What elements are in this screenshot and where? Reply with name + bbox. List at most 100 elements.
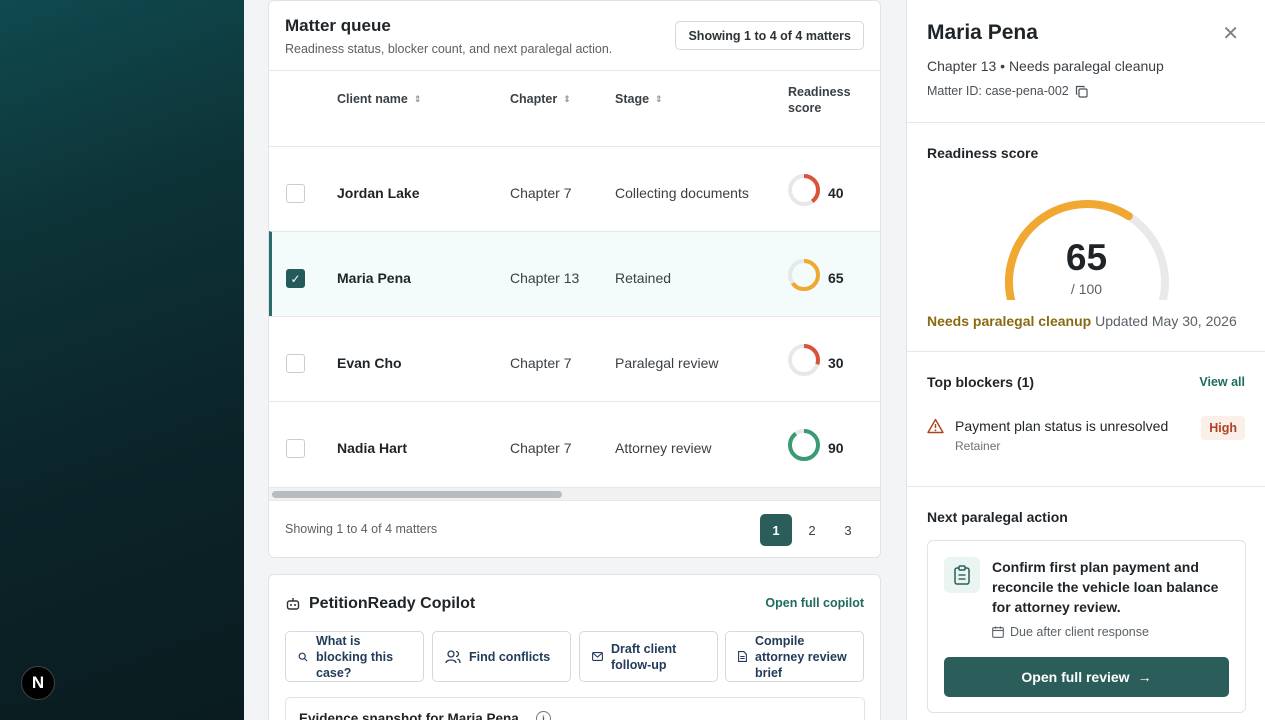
blocker-category: Retainer — [955, 439, 1001, 453]
client-name-heading: Maria Pena — [927, 21, 1038, 44]
pagination-summary: Showing 1 to 4 of 4 matters — [285, 522, 438, 536]
client-name-cell[interactable]: Jordan Lake — [337, 185, 419, 201]
table-row[interactable]: Jordan Lake Chapter 7 Collecting documents… — [269, 146, 880, 231]
chip-what-is-blocking[interactable]: What is blocking this case? — [285, 631, 424, 682]
stage-cell: Attorney review — [615, 440, 712, 456]
divider — [907, 351, 1265, 352]
table-row[interactable]: Nadia Hart Chapter 7 Attorney review 90 — [269, 401, 880, 486]
page-1-button[interactable]: 1 — [760, 514, 792, 546]
calendar-icon — [992, 626, 1004, 638]
document-icon — [738, 651, 747, 662]
mail-icon — [592, 652, 603, 661]
sort-icon: ⇕ — [655, 93, 663, 104]
users-icon — [445, 649, 461, 663]
column-label: Readiness score — [788, 85, 851, 115]
copy-icon[interactable] — [1075, 85, 1088, 98]
copilot-card: PetitionReady Copilot Open full copilot … — [268, 574, 881, 720]
clipboard-icon — [944, 557, 980, 593]
copilot-title: PetitionReady Copilot — [309, 595, 476, 612]
matter-id: Matter ID: case-pena-002 — [927, 84, 1069, 98]
arrow-right-icon: → — [1137, 669, 1152, 685]
due-line: Due after client response — [992, 625, 1149, 639]
chip-label: Compile attorney review brief — [755, 633, 847, 680]
stage-cell: Retained — [615, 270, 672, 286]
matter-id-row: Matter ID: case-pena-002 — [927, 84, 1088, 98]
robot-icon — [286, 598, 300, 610]
queue-header: Matter queue Readiness status, blocker c… — [269, 1, 880, 71]
next-action-text: Confirm first plan payment and reconcile… — [992, 559, 1219, 615]
queue-subtitle: Readiness status, blocker count, and nex… — [285, 42, 613, 56]
client-name-cell[interactable]: Maria Pena — [337, 270, 411, 286]
evidence-title: Evidence snapshot for Maria Pena — [299, 711, 519, 720]
open-full-review-button[interactable]: Open full review → — [944, 657, 1229, 697]
status-label: Needs paralegal cleanup — [927, 313, 1092, 329]
chapter-cell: Chapter 7 — [510, 185, 572, 201]
due-text: Due after client response — [1010, 625, 1149, 639]
check-icon: ✓ — [290, 271, 301, 286]
chapter-cell: Chapter 7 — [510, 440, 572, 456]
matter-queue-card: Matter queue Readiness status, blocker c… — [268, 0, 881, 558]
scrollbar-thumb[interactable] — [272, 491, 562, 498]
chapter-cell: Chapter 7 — [510, 355, 572, 371]
readiness-ring — [788, 259, 820, 291]
chapter-cell: Chapter 13 — [510, 270, 580, 286]
sort-icon: ⇕ — [413, 93, 422, 104]
chip-find-conflicts[interactable]: Find conflicts — [432, 631, 571, 682]
main-content: Matter queue Readiness status, blocker c… — [244, 0, 906, 720]
column-chapter[interactable]: Chapter ⇕ — [510, 92, 571, 106]
queue-title: Matter queue — [285, 16, 391, 35]
readiness-ring — [788, 344, 820, 376]
row-checkbox[interactable]: ✓ — [286, 269, 305, 288]
row-checkbox[interactable] — [286, 354, 305, 373]
readiness-ring — [788, 429, 820, 461]
readiness-score-denominator: / 100 — [1070, 281, 1103, 297]
chip-compile-brief[interactable]: Compile attorney review brief — [725, 631, 864, 682]
info-icon[interactable]: i — [536, 711, 551, 720]
dev-badge-button[interactable]: N — [21, 666, 55, 700]
open-full-copilot-link[interactable]: Open full copilot — [765, 596, 864, 610]
warning-icon — [927, 418, 944, 434]
button-label: Open full review — [1021, 669, 1130, 685]
chip-label: Find conflicts — [469, 649, 551, 664]
column-client-name[interactable]: Client name ⇕ — [337, 92, 421, 106]
column-label: Stage — [615, 92, 650, 106]
score-cell: 65 — [828, 270, 844, 286]
chip-label: Draft client follow-up — [611, 641, 677, 672]
showing-count-pill: Showing 1 to 4 of 4 matters — [675, 21, 864, 50]
matter-detail-panel: Maria Pena ✕ Chapter 13 • Needs paralega… — [906, 0, 1265, 720]
horizontal-scrollbar[interactable] — [269, 487, 880, 501]
row-checkbox[interactable] — [286, 439, 305, 458]
blockers-title: Top blockers (1) — [927, 374, 1035, 390]
score-cell: 90 — [828, 440, 844, 456]
column-label: Client name — [337, 92, 408, 106]
stage-cell: Paralegal review — [615, 355, 719, 371]
close-icon[interactable]: ✕ — [1222, 24, 1239, 44]
page-2-button[interactable]: 2 — [796, 514, 828, 546]
readiness-score-value: 65 — [1065, 237, 1108, 278]
client-name-cell[interactable]: Evan Cho — [337, 355, 402, 371]
next-action-card: Confirm first plan payment and reconcile… — [927, 540, 1246, 713]
table-row[interactable]: ✓ Maria Pena Chapter 13 Retained 65 — [269, 231, 880, 316]
divider — [907, 122, 1265, 123]
evidence-snapshot: Evidence snapshot for Maria Pena i — [285, 697, 865, 720]
readiness-ring — [788, 174, 820, 206]
column-readiness-score[interactable]: Readiness score — [788, 84, 858, 116]
score-cell: 30 — [828, 355, 844, 371]
blocker-title: Payment plan status is unresolved — [955, 418, 1169, 434]
next-action-title: Next paralegal action — [927, 509, 1068, 525]
sort-icon: ⇕ — [563, 93, 571, 104]
client-name-cell[interactable]: Nadia Hart — [337, 440, 407, 456]
score-cell: 40 — [828, 185, 844, 201]
readiness-title: Readiness score — [927, 145, 1039, 161]
chip-draft-follow-up[interactable]: Draft client follow-up — [579, 631, 718, 682]
column-stage[interactable]: Stage ⇕ — [615, 92, 663, 106]
page-3-button[interactable]: 3 — [832, 514, 864, 546]
table-row[interactable]: Evan Cho Chapter 7 Paralegal review 30 — [269, 316, 880, 401]
view-all-link[interactable]: View all — [1199, 375, 1245, 389]
row-checkbox[interactable] — [286, 184, 305, 203]
divider — [907, 486, 1265, 487]
search-icon — [298, 652, 308, 661]
matter-subtitle: Chapter 13 • Needs paralegal cleanup — [927, 58, 1164, 74]
column-label: Chapter — [510, 92, 558, 106]
readiness-status: Needs paralegal cleanup Updated May 30, … — [927, 313, 1237, 329]
